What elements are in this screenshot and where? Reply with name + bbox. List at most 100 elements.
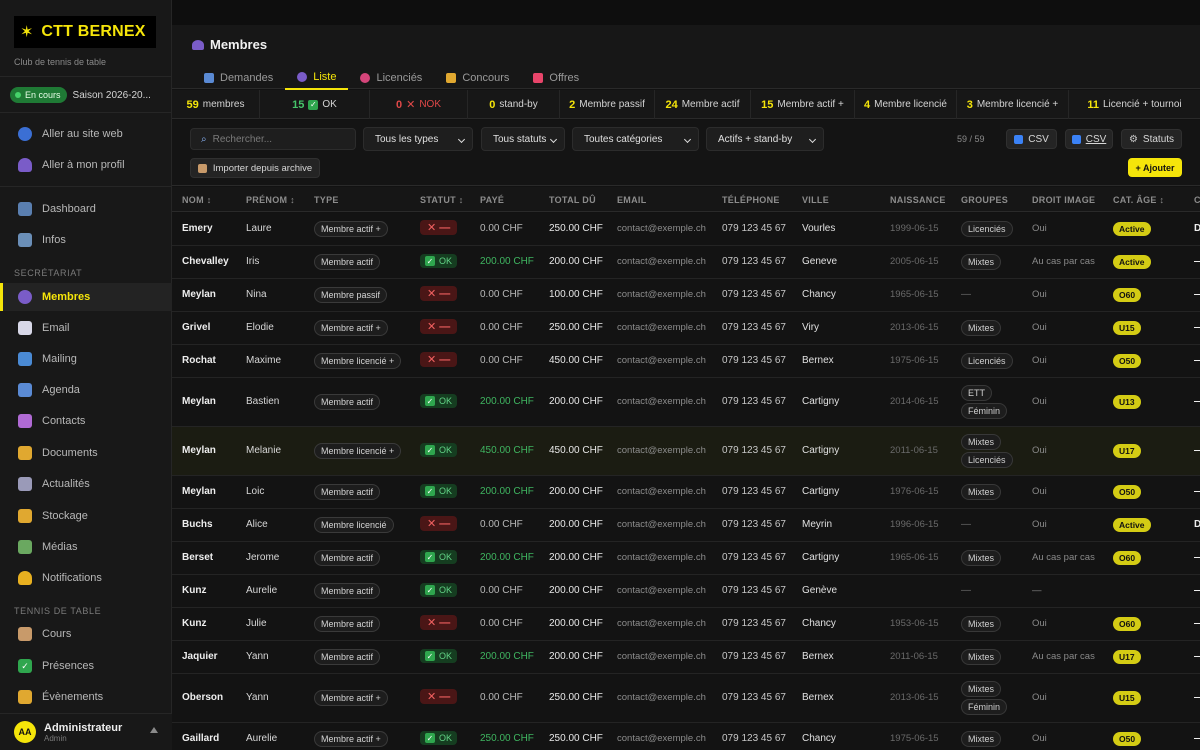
cell-email: contact@exemple.ch — [617, 618, 706, 629]
club-logo[interactable]: ✶ CTT BERNEX — [14, 16, 156, 48]
csv-import-button[interactable]: CSV — [1065, 129, 1113, 149]
status-badge[interactable]: ✓ OK — [420, 394, 458, 408]
table-row[interactable]: Jaquier Yann Membre actif ✓ OK 200.00 CHF 200.… — [172, 641, 1200, 674]
nav-actualites[interactable]: Actualités — [0, 470, 172, 498]
nav-mailing[interactable]: Mailing — [0, 345, 172, 373]
nav-notifications[interactable]: Notifications — [0, 564, 172, 592]
cell-telephone: 079 123 45 67 — [722, 355, 786, 366]
status-badge[interactable]: ✓ OK — [420, 254, 458, 268]
col-nom[interactable]: NOM ↕ — [182, 195, 212, 205]
col-statut[interactable]: STATUT ↕ — [420, 195, 464, 205]
statuts-button[interactable]: ⚙ Statuts — [1121, 129, 1182, 149]
nav-dashboard[interactable]: Dashboard — [0, 195, 172, 223]
col-prenom[interactable]: PRÉNOM ↕ — [246, 195, 295, 205]
stat-ok[interactable]: 15 ✓ OK — [260, 90, 370, 119]
table-row[interactable]: Berset Jerome Membre actif ✓ OK 200.00 CHF 200… — [172, 542, 1200, 575]
nav-medias[interactable]: Médias — [0, 533, 172, 561]
status-badge[interactable]: ✓ OK — [420, 484, 458, 498]
stat-licencie[interactable]: 4 Membre licencié — [855, 90, 957, 119]
user-menu[interactable]: AA Administrateur Admin — [0, 713, 172, 750]
cell-prenom: Maxime — [246, 355, 282, 366]
status-badge[interactable]: ✕ — — [420, 615, 458, 630]
tab-concours[interactable]: Concours — [434, 65, 521, 90]
tab-liste[interactable]: Liste — [285, 65, 349, 90]
table-row[interactable]: Buchs Alice Membre licencié ✕ — 0.00 CHF 200.… — [172, 509, 1200, 542]
type-select[interactable]: Tous les types — [363, 127, 473, 151]
status-badge[interactable]: ✓ OK — [420, 443, 458, 457]
nav-website[interactable]: Aller au site web — [0, 120, 172, 148]
table-row[interactable]: Meylan Loic Membre actif ✓ OK 200.00 CHF 200.0… — [172, 476, 1200, 509]
stat-passif[interactable]: 2 Membre passif — [560, 90, 655, 119]
group-badge: Mixtes — [961, 320, 1002, 336]
table-row[interactable]: Chevalley Iris Membre actif ✓ OK 200.00 CHF 20… — [172, 246, 1200, 279]
status-badge[interactable]: ✕ — — [420, 516, 458, 531]
stat-nok[interactable]: 0 ✕ NOK — [370, 90, 468, 119]
cell-droit-image: Au cas par cas — [1032, 552, 1095, 563]
table-row[interactable]: Rochat Maxime Membre licencié + ✕ — 0.00 CHF… — [172, 345, 1200, 378]
tab-label: Concours — [462, 71, 510, 84]
search-input[interactable]: ⌕ Rechercher... — [190, 128, 356, 150]
status-badge[interactable]: ✕ — — [420, 286, 458, 301]
status-badge[interactable]: ✕ — — [420, 220, 458, 235]
nav-evenements[interactable]: Évènements — [0, 683, 172, 711]
add-member-button[interactable]: + Ajouter — [1128, 158, 1182, 177]
stat-actif-plus[interactable]: 15 Membre actif + — [751, 90, 855, 119]
table-row[interactable]: Meylan Nina Membre passif ✕ — 0.00 CHF 100.00… — [172, 279, 1200, 312]
stat-actif[interactable]: 24 Membre actif — [655, 90, 751, 119]
nav-infos[interactable]: Infos — [0, 226, 172, 254]
nav-cours[interactable]: Cours — [0, 620, 172, 648]
categorie-select[interactable]: Toutes catégories — [572, 127, 699, 151]
status-badge[interactable]: ✕ — — [420, 352, 458, 367]
status-badge[interactable]: ✕ — — [420, 689, 458, 704]
table-row[interactable]: Kunz Julie Membre actif ✕ — 0.00 CHF 200.00 C… — [172, 608, 1200, 641]
cell-naissance: 1976-06-15 — [890, 486, 939, 497]
bell-icon — [18, 571, 32, 585]
cell-nom: Meylan — [182, 289, 216, 300]
nav-agenda[interactable]: Agenda — [0, 376, 172, 404]
cell-nom: Kunz — [182, 618, 207, 629]
stat-licencie-plus[interactable]: 3 Membre licencié + — [957, 90, 1069, 119]
nav-email[interactable]: Email — [0, 314, 172, 342]
select-value: Tous statuts — [493, 133, 547, 145]
table-row[interactable]: Emery Laure Membre actif + ✕ — 0.00 CHF 250.0… — [172, 213, 1200, 246]
tab-demandes[interactable]: Demandes — [192, 65, 285, 90]
tab-offres[interactable]: Offres — [521, 65, 591, 90]
table-row[interactable]: Meylan Melanie Membre licencié + ✓ OK 450.00 … — [172, 427, 1200, 476]
main-content: Membres Demandes Liste Licenciés Concour… — [172, 0, 1200, 750]
cell-naissance: 2011-06-15 — [890, 651, 938, 662]
group-badge: Mixtes — [961, 484, 1002, 500]
status-badge[interactable]: ✕ — — [420, 319, 458, 334]
stat-value: 15 — [292, 98, 305, 111]
import-archive-button[interactable]: Importer depuis archive — [190, 158, 320, 178]
status-badge[interactable]: ✓ OK — [420, 550, 458, 564]
stat-label: OK — [322, 99, 337, 110]
actifs-select[interactable]: Actifs + stand-by — [706, 127, 824, 151]
nav-documents[interactable]: Documents — [0, 439, 172, 467]
csv-export-button[interactable]: CSV — [1006, 129, 1057, 149]
statut-select[interactable]: Tous statuts — [481, 127, 565, 151]
table-row[interactable]: Grivel Elodie Membre actif + ✕ — 0.00 CHF 250… — [172, 312, 1200, 345]
table-row[interactable]: Kunz Aurelie Membre actif ✓ OK 0.00 CHF 200.00… — [172, 575, 1200, 608]
stat-tournoi[interactable]: 11 Licencié + tournoi — [1069, 90, 1200, 119]
tab-licencies[interactable]: Licenciés — [348, 65, 434, 90]
nav-stockage[interactable]: Stockage — [0, 502, 172, 530]
cell-extra: D — [1194, 223, 1200, 234]
table-row[interactable]: Gaillard Aurelie Membre actif + ✓ OK 250.00 C… — [172, 723, 1200, 750]
status-badge[interactable]: ✓ OK — [420, 583, 458, 597]
nav-profile[interactable]: Aller à mon profil — [0, 151, 172, 179]
nav-label: Dashboard — [42, 203, 96, 215]
col-droit-image: DROIT IMAGE — [1032, 195, 1096, 205]
age-category-badge: O60 — [1113, 288, 1142, 302]
status-badge[interactable]: ✓ OK — [420, 731, 458, 745]
status-badge[interactable]: ✓ OK — [420, 649, 458, 663]
season-selector[interactable]: En cours Saison 2026-20... — [10, 87, 151, 103]
nav-membres[interactable]: Membres — [0, 283, 172, 311]
table-row[interactable]: Oberson Yann Membre actif + ✕ — 0.00 CHF 250.… — [172, 674, 1200, 723]
stat-membres[interactable]: 59 membres — [172, 90, 260, 119]
nav-contacts[interactable]: Contacts — [0, 407, 172, 435]
cell-naissance: 1965-06-15 — [890, 552, 939, 563]
nav-presences[interactable]: ✓ Présences — [0, 652, 172, 680]
col-cat-age[interactable]: CAT. ÂGE ↕ — [1113, 195, 1164, 205]
stat-standby[interactable]: 0 stand-by — [468, 90, 560, 119]
table-row[interactable]: Meylan Bastien Membre actif ✓ OK 200.00 CHF 20… — [172, 378, 1200, 427]
